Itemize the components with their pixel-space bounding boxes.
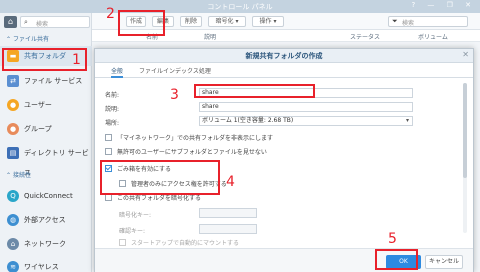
location-label: 場所: [105,120,120,127]
sidebar-item-label: ファイル サービス [24,77,83,85]
search-icon: ⌕ [24,18,28,26]
hide-network-label: 「マイネットワーク」での共有フォルダを非表示にします [117,135,274,142]
sidebar-item-label: 外部アクセス [24,216,66,224]
location-select[interactable]: ボリューム 1(空き容量: 2.68 TB) ▾ [199,116,413,126]
encryption-key-label: 暗号化キー: [119,212,152,219]
sidebar-item-label: ネットワーク [24,240,66,248]
annotation-box-5 [375,249,418,270]
action-dropdown[interactable]: 操作 ▾ [252,16,284,27]
globe-icon: ◍ [7,214,19,226]
window-title: コントロール パネル [207,3,273,11]
automount-label: スタートアップで自動的にマウントする [131,240,240,247]
dialog-scrollbar[interactable] [463,83,467,233]
annotation-box-3 [194,84,315,98]
sidebar-item-label: QuickConnect [24,192,73,200]
encrypt-dropdown[interactable]: 暗号化 ▾ [208,16,246,27]
file-services-icon: ⇄ [7,75,19,87]
network-icon: ⌂ [7,238,19,250]
description-input[interactable]: share [199,102,413,112]
hide-unauthorized-label: 無許可のユーザーにサブフォルダとファイルを見せない [117,149,267,156]
annotation-number-1: 1 [72,52,81,68]
sidebar-item-group[interactable]: ● グループ [0,119,92,139]
sidebar-item-external-access[interactable]: ◍ 外部アクセス [0,210,92,230]
sidebar-item-user[interactable]: ● ユーザー [0,95,92,115]
sidebar-item-label: ディレクトリ サービス [24,149,89,177]
sidebar-item-label: グループ [24,125,52,133]
filter-icon: ⏷ [392,17,398,25]
scrollbar-thumb[interactable] [463,83,467,178]
column-description[interactable]: 説明 [204,32,216,41]
section-file-sharing: ⌃ ファイル共有 [6,36,49,43]
section-connectivity: ⌃ 接続性 [6,172,31,179]
annotation-number-4: 4 [226,174,235,190]
filter-placeholder: 検索 [402,20,415,27]
sidebar-item-file-services[interactable]: ⇄ ファイル サービス [0,71,92,91]
sidebar-search-input[interactable]: ⌕ 検索 [20,16,90,28]
annotation-number-2: 2 [106,6,115,22]
encrypt-checkbox[interactable] [105,194,112,201]
hide-unauthorized-checkbox[interactable] [105,148,112,155]
column-status[interactable]: ステータス [350,32,380,41]
automount-checkbox[interactable] [119,239,126,246]
filter-search-input[interactable]: ⏷ 検索 [388,16,468,27]
confirm-key-input[interactable] [199,224,257,234]
delete-button[interactable]: 削除 [180,16,202,27]
annotation-box-2 [118,10,165,36]
sidebar-item-wireless[interactable]: ≋ ワイヤレス [0,257,92,272]
directory-icon: ▤ [7,147,19,159]
group-icon: ● [7,123,19,135]
sidebar-item-label: ユーザー [24,101,52,109]
sidebar-item-quickconnect[interactable]: Q QuickConnect [0,186,92,206]
search-placeholder: 検索 [36,21,49,28]
wifi-icon: ≋ [7,261,19,272]
user-icon: ● [7,99,19,111]
collapse-icon: ⌃ [6,172,13,179]
tab-general[interactable]: 全般 [111,66,124,78]
column-volume[interactable]: ボリューム [418,32,448,41]
sidebar-item-directory[interactable]: ▤ ディレクトリ サービス [0,143,92,177]
encryption-key-input[interactable] [199,208,257,218]
confirm-key-label: 確認キー: [119,228,146,235]
home-icon[interactable]: ⌂ [4,16,17,28]
tab-file-indexing[interactable]: ファイルインデックス処理 [139,66,211,78]
collapse-icon: ⌃ [6,36,13,43]
annotation-number-3: 3 [170,87,179,103]
hide-network-checkbox[interactable] [105,134,112,141]
quickconnect-icon: Q [7,190,19,202]
annotation-number-5: 5 [388,231,397,247]
annotation-box-4 [100,160,220,195]
dialog-tabs: 全般 ファイルインデックス処理 [95,63,473,78]
location-value: ボリューム 1(空き容量: 2.68 TB) [202,117,294,124]
cancel-button[interactable]: キャンセル [425,255,463,269]
window-controls[interactable]: ? — ❐ ✕ [411,1,476,9]
sidebar-item-network[interactable]: ⌂ ネットワーク [0,234,92,254]
dialog-title: 新規共有フォルダの作成 [95,49,473,63]
description-label: 説明: [105,106,120,113]
name-label: 名前: [105,92,120,99]
sidebar-item-label: ワイヤレス [24,263,59,271]
close-icon[interactable]: ✕ [462,50,469,59]
title-bar: コントロール パネル ? — ❐ ✕ [0,0,480,13]
chevron-down-icon: ▾ [405,117,409,124]
